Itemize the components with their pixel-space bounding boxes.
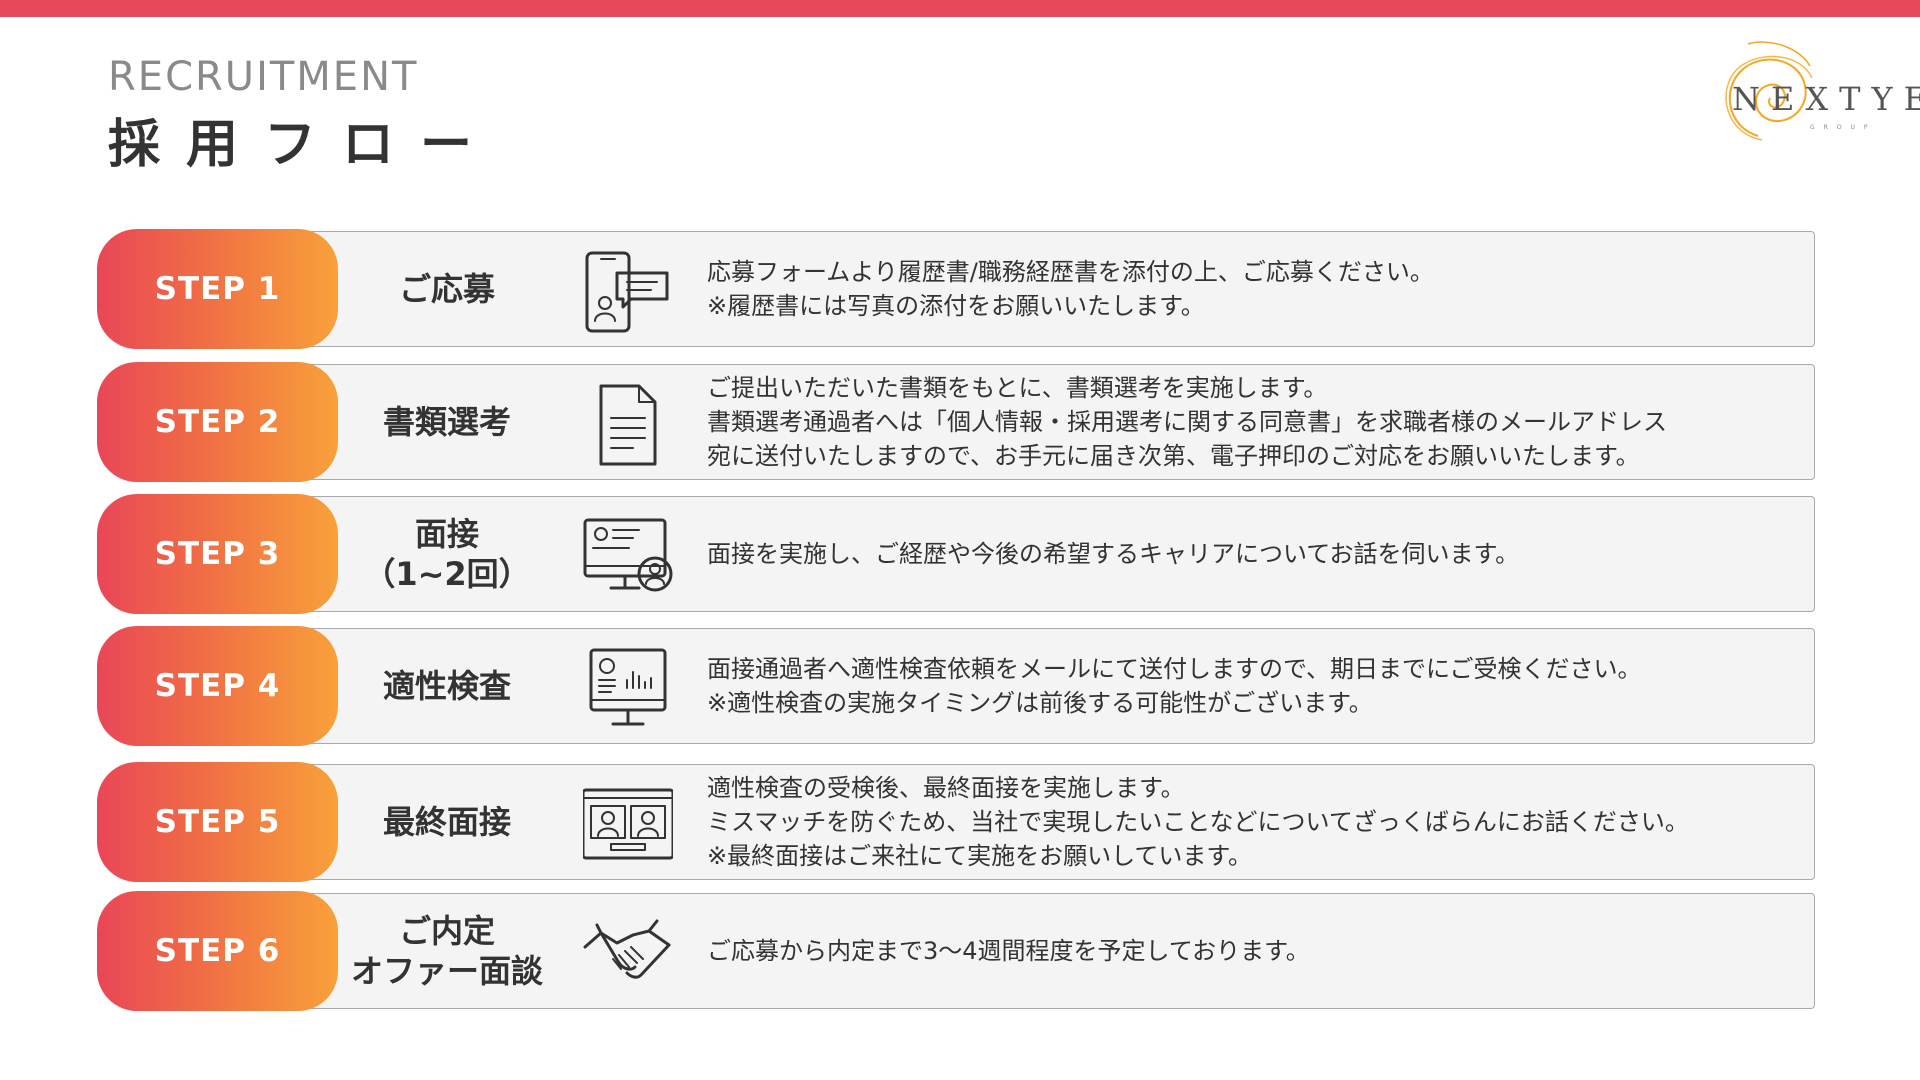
step-badge: STEP 6 xyxy=(97,891,338,1011)
step-name-line: 書類選考 xyxy=(382,403,511,441)
step-name: 面接 （1~2回） xyxy=(347,494,547,614)
step-row: STEP 2 書類選考 ご提出いただいた書類をもとに、書類選考を実施します。 書… xyxy=(97,362,1817,482)
step-badge: STEP 5 xyxy=(97,762,338,882)
document-icon xyxy=(599,384,657,466)
step-name: ご内定 オファー面談 xyxy=(347,891,547,1011)
step-badge: STEP 1 xyxy=(97,229,338,349)
step-name: ご応募 xyxy=(347,229,547,349)
recruitment-steps: STEP 1 ご応募 応募フォームより履歴書/職務経歴書を添付の上、ご応募くださ… xyxy=(97,0,1817,1080)
step-name: 適性検査 xyxy=(347,626,547,746)
step-description: 面接を実施し、ご経歴や今後の希望するキャリアについてお話を伺います。 xyxy=(707,494,1787,614)
step-badge: STEP 4 xyxy=(97,626,338,746)
step-description-line: 面接を実施し、ご経歴や今後の希望するキャリアについてお話を伺います。 xyxy=(707,540,1520,568)
step-name-line: （1~2回） xyxy=(363,555,531,593)
step-description-line: 面接通過者へ適性検査依頼をメールにて送付しますので、期日までにご受検ください。 xyxy=(707,655,1642,683)
step-name-line: ご内定 xyxy=(398,912,495,950)
monitor-chart-icon xyxy=(589,648,667,726)
step-row: STEP 5 最終面接 適性検査の受検後、最終面接を実施します。 ミスマッチを防… xyxy=(97,762,1817,882)
step-description: 面接通過者へ適性検査依頼をメールにて送付しますので、期日までにご受検ください。 … xyxy=(707,626,1787,746)
step-row: STEP 1 ご応募 応募フォームより履歴書/職務経歴書を添付の上、ご応募くださ… xyxy=(97,229,1817,349)
step-row: STEP 6 ご内定 オファー面談 ご応募から内定まで3～4週間程度を予定してお… xyxy=(97,891,1817,1011)
step-badge: STEP 3 xyxy=(97,494,338,614)
logo-subtext: GROUP xyxy=(1810,124,1877,131)
step-name-line: オファー面談 xyxy=(350,952,543,990)
step-description: 応募フォームより履歴書/職務経歴書を添付の上、ご応募ください。 ※履歴書には写真… xyxy=(707,229,1787,349)
step-name: 書類選考 xyxy=(347,362,547,482)
step-description-line: ※履歴書には写真の添付をお願いいたします。 xyxy=(707,292,1205,320)
step-description: 適性検査の受検後、最終面接を実施します。 ミスマッチを防ぐため、当社で実現したい… xyxy=(707,762,1787,882)
step-name-line: 面接 xyxy=(414,515,479,553)
step-description-line: ご提出いただいた書類をもとに、書類選考を実施します。 xyxy=(707,374,1328,402)
video-call-icon xyxy=(583,788,673,860)
step-description: ご応募から内定まで3～4週間程度を予定しております。 xyxy=(707,891,1787,1011)
step-row: STEP 4 適性検査 面接通過者へ適性検査依頼をメールにて送付しますので、期日… xyxy=(97,626,1817,746)
step-description-line: 応募フォームより履歴書/職務経歴書を添付の上、ご応募ください。 xyxy=(707,258,1434,286)
step-description-line: 適性検査の受検後、最終面接を実施します。 xyxy=(707,774,1185,802)
step-description-line: ミスマッチを防ぐため、当社で実現したいことなどについてざっくばらんにお話ください… xyxy=(707,808,1689,836)
step-description-line: ※最終面接はご来社にて実施をお願いしています。 xyxy=(707,842,1252,870)
step-badge: STEP 2 xyxy=(97,362,338,482)
step-description: ご提出いただいた書類をもとに、書類選考を実施します。 書類選考通過者へは「個人情… xyxy=(707,362,1787,482)
step-name-line: ご応募 xyxy=(398,270,495,308)
step-description-line: 宛に送付いたしますので、お手元に届き次第、電子押印のご対応をお願いいたします。 xyxy=(707,442,1640,470)
step-name-line: 適性検査 xyxy=(382,667,511,705)
step-description-line: ご応募から内定まで3～4週間程度を予定しております。 xyxy=(707,937,1310,965)
step-description-line: ※適性検査の実施タイミングは前後する可能性がございます。 xyxy=(707,689,1373,717)
smartphone-chat-icon xyxy=(585,251,669,333)
step-name-line: 最終面接 xyxy=(382,803,511,841)
handshake-icon xyxy=(583,919,671,979)
step-name: 最終面接 xyxy=(347,762,547,882)
step-description-line: 書類選考通過者へは「個人情報・採用選考に関する同意書」を求職者様のメールアドレス xyxy=(707,408,1667,436)
monitor-profile-icon xyxy=(583,518,673,592)
step-row: STEP 3 面接 （1~2回） 面接を実施し、ご経歴や今後の希望するキャリアに… xyxy=(97,494,1817,614)
